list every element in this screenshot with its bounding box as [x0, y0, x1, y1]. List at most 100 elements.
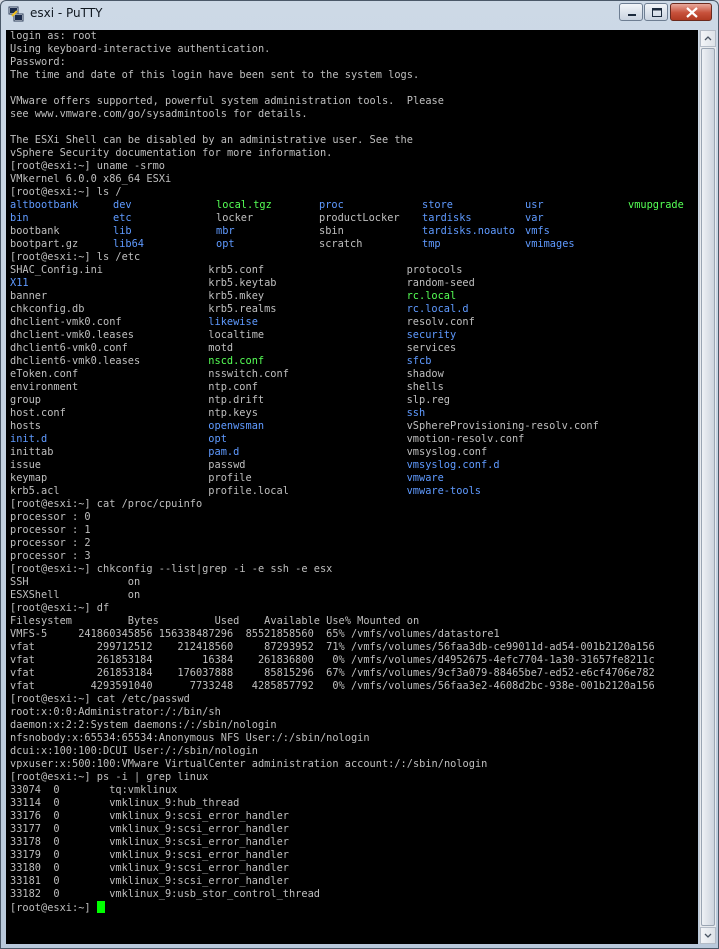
- chevron-down-icon: [704, 933, 712, 938]
- terminal-text: sbin: [319, 225, 344, 237]
- terminal-text: vmfs: [525, 225, 550, 237]
- putty-window: esxi - PuTTY login as: root Using keyboar…: [0, 0, 719, 949]
- terminal-text: vfat 261853184 16384 261836800 0% /vmfs/…: [10, 654, 655, 666]
- terminal-text: rc.local: [406, 290, 457, 302]
- terminal-text: Filesystem Bytes Used Available Use% Mou…: [10, 615, 420, 627]
- maximize-button[interactable]: [644, 3, 668, 21]
- terminal-text: [root@esxi:~] cat /etc/passwd: [10, 693, 190, 705]
- terminal-text: The time and date of this login have bee…: [10, 69, 420, 81]
- terminal-text: [root@esxi:~] ls /etc: [10, 251, 141, 263]
- terminal-line: vfat 299712512 212418560 87293952 71% /v…: [10, 641, 684, 654]
- terminal-text: scratch: [319, 238, 363, 250]
- terminal-text: X11: [10, 277, 29, 289]
- terminal-output: login as: root Using keyboard-interactive…: [10, 30, 684, 914]
- terminal-text: root:x:0:0:Administrator:/:/bin/sh: [10, 706, 221, 718]
- terminal-text: ntp.keys: [208, 407, 258, 419]
- terminal-area[interactable]: login as: root Using keyboard-interactive…: [6, 30, 698, 944]
- terminal-line: vfat 261853184 176037888 85815296 67% /v…: [10, 667, 684, 680]
- terminal-text: Using keyboard-interactive authenticatio…: [10, 43, 271, 55]
- terminal-text: daemon:x:2:2:System daemons:/:/sbin/nolo…: [10, 719, 277, 731]
- scrollbar-thumb[interactable]: [701, 48, 715, 926]
- terminal-line: dhclient6-vmk0.conf motd services: [10, 342, 684, 355]
- terminal-line: 33179 0 vmklinux_9:scsi_error_handler: [10, 849, 684, 862]
- terminal-text: [root@esxi:~] df: [10, 602, 110, 614]
- terminal-text: vmotion-resolv.conf: [406, 433, 525, 445]
- title-bar[interactable]: esxi - PuTTY: [1, 1, 718, 27]
- scroll-up-button[interactable]: [700, 30, 716, 47]
- terminal-text: vfat 261853184 176037888 85815296 67% /v…: [10, 667, 655, 679]
- terminal-line: [root@esxi:~] chkconfig --list|grep -i -…: [10, 563, 684, 576]
- putty-icon[interactable]: [8, 6, 24, 22]
- terminal-line: banner krb5.mkey rc.local: [10, 290, 684, 303]
- terminal-text: environment: [10, 381, 79, 393]
- terminal-text: chkconfig.db: [10, 303, 85, 315]
- terminal-text: var: [525, 212, 544, 224]
- terminal-text: usr: [525, 199, 544, 211]
- terminal-line: VMFS-5 241860345856 156338487296 8552185…: [10, 628, 684, 641]
- terminal-text: init.d: [10, 433, 48, 445]
- terminal-text: krb5.mkey: [208, 290, 265, 302]
- terminal-text: SSH on: [10, 576, 141, 588]
- terminal-text: local.tgz: [216, 199, 272, 211]
- terminal-line: processor : 2: [10, 537, 684, 550]
- terminal-text: productLocker: [319, 212, 400, 224]
- terminal-text: bin: [10, 212, 29, 224]
- terminal-text: [root@esxi:~] chkconfig --list|grep -i -…: [10, 563, 333, 575]
- terminal-text: locker: [216, 212, 254, 224]
- terminal-text: vmimages: [525, 238, 575, 250]
- terminal-text: [root@esxi:~] cat /proc/cpuinfo: [10, 498, 203, 510]
- terminal-text: bootbank: [10, 225, 60, 237]
- terminal-text: 33074 0 tq:vmklinux: [10, 784, 178, 796]
- terminal-line: [root@esxi:~] cat /proc/cpuinfo: [10, 498, 684, 511]
- terminal-line: bin etc locker productLocker tardisks var: [10, 212, 684, 225]
- terminal-line: The time and date of this login have bee…: [10, 69, 684, 82]
- terminal-text: localtime: [208, 329, 265, 341]
- terminal-line: keymap profile vmware: [10, 472, 684, 485]
- terminal-text: opt: [216, 238, 235, 250]
- vertical-scrollbar[interactable]: [699, 30, 716, 944]
- terminal-text: processor : 1: [10, 524, 91, 536]
- terminal-text: vmware: [406, 472, 444, 484]
- terminal-text: vSphereProvisioning-resolv.conf: [406, 420, 599, 432]
- terminal-text: store: [422, 199, 453, 211]
- terminal-line: vSphere Security documentation for more …: [10, 147, 684, 160]
- terminal-line: krb5.acl profile.local vmware-tools: [10, 485, 684, 498]
- terminal-text: VMware offers supported, powerful system…: [10, 95, 444, 107]
- terminal-text: shadow: [406, 368, 444, 380]
- terminal-line: VMkernel 6.0.0 x86_64 ESXi: [10, 173, 684, 186]
- terminal-line: [root@esxi:~] df: [10, 602, 684, 615]
- terminal-line: issue passwd vmsyslog.conf.d: [10, 459, 684, 472]
- terminal-line: dhclient-vmk0.leases localtime security: [10, 329, 684, 342]
- terminal-text: vfat 299712512 212418560 87293952 71% /v…: [10, 641, 655, 653]
- terminal-text: passwd: [208, 459, 246, 471]
- terminal-line: Filesystem Bytes Used Available Use% Mou…: [10, 615, 684, 628]
- terminal-text: ESXShell on: [10, 589, 141, 601]
- terminal-line: chkconfig.db krb5.realms rc.local.d: [10, 303, 684, 316]
- close-button[interactable]: [670, 3, 712, 21]
- terminal-text: Password:: [10, 56, 66, 68]
- window-title: esxi - PuTTY: [30, 6, 103, 20]
- terminal-text: issue: [10, 459, 41, 471]
- terminal-text: vpxuser:x:500:100:VMware VirtualCenter a…: [10, 758, 488, 770]
- terminal-line: init.d opt vmotion-resolv.conf: [10, 433, 684, 446]
- terminal-text: altbootbank: [10, 199, 79, 211]
- terminal-text: lib64: [113, 238, 144, 250]
- terminal-line: daemon:x:2:2:System daemons:/:/sbin/nolo…: [10, 719, 684, 732]
- terminal-text: SHAC_Config.ini: [10, 264, 103, 276]
- terminal-text: slp.reg: [406, 394, 450, 406]
- terminal-text: login as: root: [10, 30, 97, 42]
- terminal-text: dhclient6-vmk0.leases: [10, 355, 141, 367]
- terminal-text: motd: [208, 342, 234, 354]
- terminal-line: 33177 0 vmklinux_9:scsi_error_handler: [10, 823, 684, 836]
- terminal-line: nfsnobody:x:65534:65534:Anonymous NFS Us…: [10, 732, 684, 745]
- terminal-line: dcui:x:100:100:DCUI User:/:/sbin/nologin: [10, 745, 684, 758]
- prompt-line[interactable]: [root@esxi:~]: [10, 901, 684, 914]
- chevron-up-icon: [704, 36, 712, 41]
- scroll-down-button[interactable]: [700, 927, 716, 944]
- terminal-text: host.conf: [10, 407, 66, 419]
- terminal-text: profile.local: [208, 485, 289, 497]
- terminal-text: vmsyslog.conf.d: [406, 459, 500, 471]
- terminal-text: inittab: [10, 446, 54, 458]
- minimize-button[interactable]: [619, 3, 643, 21]
